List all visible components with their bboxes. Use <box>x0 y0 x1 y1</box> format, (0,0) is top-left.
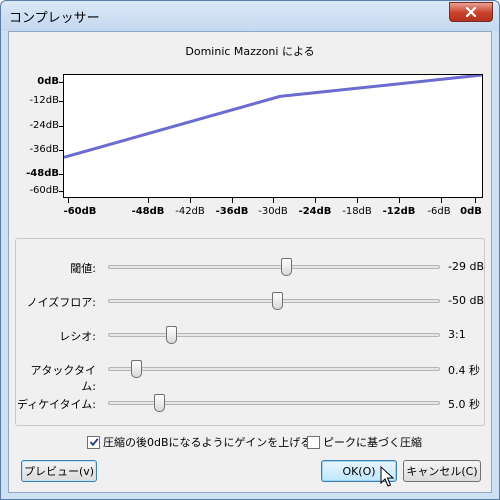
x-label-minus30: -30dB <box>258 206 288 217</box>
threshold-label: 閾値: <box>70 262 96 275</box>
attack-time-label: アタックタイム: <box>30 364 96 393</box>
ratio-value: 3:1 <box>448 328 466 341</box>
cancel-button[interactable]: キャンセル(C) <box>403 460 481 482</box>
x-tick <box>399 198 400 203</box>
attack-time-slider-thumb[interactable] <box>131 360 142 378</box>
noise-floor-slider-thumb[interactable] <box>272 292 283 310</box>
peak-option[interactable]: ピークに基づく圧縮 <box>307 434 422 450</box>
peak-label: ピークに基づく圧縮 <box>323 436 422 449</box>
decay-time-slider-thumb[interactable] <box>154 394 165 412</box>
window-title: コンプレッサー <box>9 11 100 26</box>
checkmark-icon <box>89 438 99 447</box>
close-button[interactable] <box>449 2 493 22</box>
ratio-label: レシオ: <box>59 330 96 343</box>
x-label-0db: 0dB <box>460 206 482 217</box>
x-tick <box>475 198 476 203</box>
x-tick <box>315 198 316 203</box>
x-tick <box>232 198 233 203</box>
compressor-dialog: コンプレッサー Dominic Mazzoni による 0dB -12dB -2… <box>0 0 500 500</box>
y-label-minus48: -48dB <box>26 168 59 179</box>
y-label-minus60: -60dB <box>29 185 59 196</box>
x-tick <box>148 198 149 203</box>
normalize-option[interactable]: 圧縮の後0dBになるようにゲインを上げる. <box>87 434 315 450</box>
x-tick <box>190 198 191 203</box>
title-bar[interactable]: コンプレッサー <box>1 1 499 31</box>
threshold-value: -29 dB <box>448 260 484 273</box>
ratio-slider-thumb[interactable] <box>166 326 177 344</box>
x-tick <box>357 198 358 203</box>
ratio-slider-track[interactable] <box>108 326 440 344</box>
dialog-body: Dominic Mazzoni による 0dB -12dB -24dB -36d… <box>8 31 492 493</box>
attack-time-slider-track[interactable] <box>108 360 440 378</box>
decay-time-label: ディケイタイム: <box>16 398 96 411</box>
x-tick <box>273 198 274 203</box>
x-tick <box>68 198 69 203</box>
y-label-minus12: -12dB <box>29 95 59 106</box>
preview-button[interactable]: プレビュー(v) <box>21 460 97 482</box>
slider-panel: 閾値: -29 dB ノイズフロア: -50 dB レシオ: 3:1 アタックタ… <box>15 238 485 426</box>
curve-svg <box>64 75 482 159</box>
noise-floor-value: -50 dB <box>448 294 484 307</box>
mouse-cursor-icon <box>380 466 394 487</box>
decay-time-slider-track[interactable] <box>108 394 440 412</box>
noise-floor-slider-track[interactable] <box>108 292 440 310</box>
y-label-0db: 0dB <box>37 76 59 87</box>
normalize-label: 圧縮の後0dBになるようにゲインを上げる. <box>103 436 315 449</box>
normalize-checkbox[interactable] <box>87 435 100 449</box>
x-label-minus6: -6dB <box>427 206 451 217</box>
x-label-minus42: -42dB <box>175 206 205 217</box>
y-label-minus36: -36dB <box>29 144 59 155</box>
y-label-minus24: -24dB <box>29 120 59 131</box>
decay-time-value: 5.0 秒 <box>448 398 480 411</box>
x-label-minus12: -12dB <box>382 206 416 217</box>
x-label-minus48: -48dB <box>131 206 165 217</box>
x-label-minus18: -18dB <box>342 206 372 217</box>
x-label-minus24: -24dB <box>298 206 332 217</box>
compression-curve-plot <box>63 74 483 198</box>
noise-floor-label: ノイズフロア: <box>26 296 96 309</box>
peak-checkbox[interactable] <box>307 435 320 449</box>
x-label-minus36: -36dB <box>215 206 249 217</box>
x-label-minus60: -60dB <box>63 206 97 217</box>
threshold-slider-thumb[interactable] <box>281 258 292 276</box>
plot-caption: Dominic Mazzoni による <box>185 45 315 58</box>
threshold-slider-track[interactable] <box>108 258 440 276</box>
x-tick <box>441 198 442 203</box>
close-icon <box>465 6 477 18</box>
compression-curve-line <box>64 75 482 159</box>
attack-time-value: 0.4 秒 <box>448 364 480 377</box>
